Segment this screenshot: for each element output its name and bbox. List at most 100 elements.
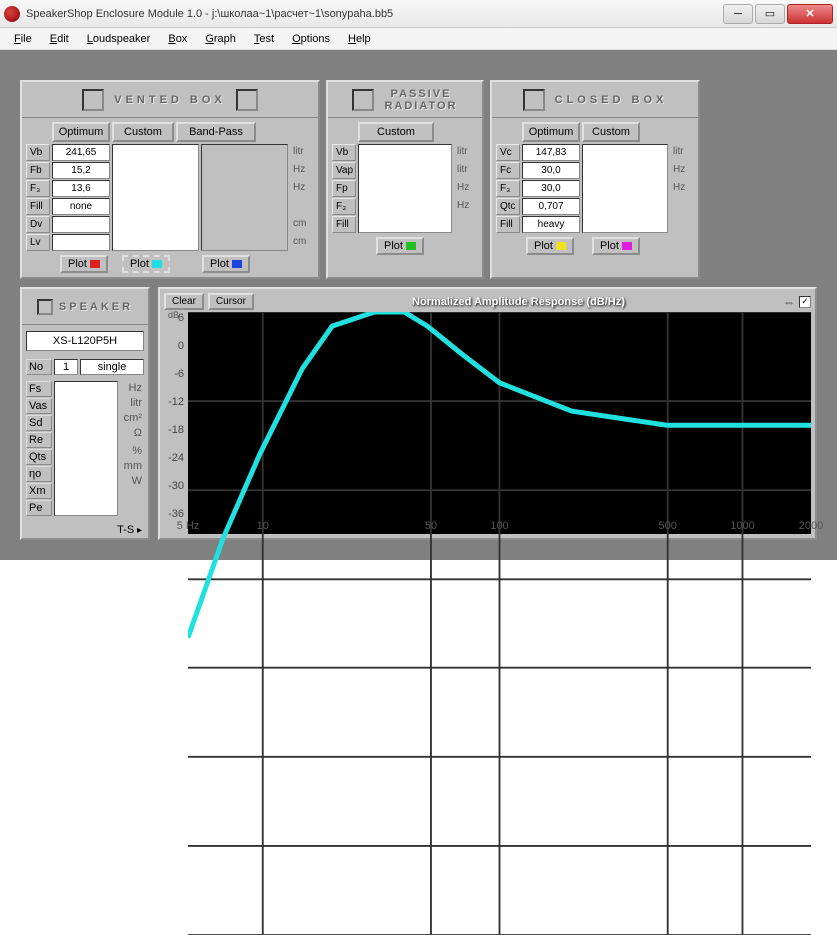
param-label: Qtc xyxy=(496,198,520,215)
param-label: Fp xyxy=(332,180,356,197)
param-unit xyxy=(670,198,694,215)
menu-graph[interactable]: Graph xyxy=(197,31,244,47)
speaker-param-label: Pe xyxy=(26,500,52,516)
closed-plot-custom[interactable]: Plot xyxy=(592,237,640,255)
speaker-no-label: No xyxy=(26,359,52,375)
vented-plot-optimum[interactable]: Plot xyxy=(60,255,108,273)
menu-box[interactable]: Box xyxy=(160,31,195,47)
maximize-button[interactable]: ▭ xyxy=(755,4,785,24)
passive-col-custom[interactable]: Custom xyxy=(358,122,434,142)
speaker-title: SPEAKER xyxy=(59,301,133,313)
param-unit: litr xyxy=(290,144,314,161)
param-label: Fill xyxy=(496,216,520,233)
closed-custom-col[interactable] xyxy=(582,144,668,233)
param-unit: Hz xyxy=(454,198,478,215)
workspace: VENTED BOX Optimum Custom Band-Pass VbFb… xyxy=(0,50,837,560)
param-label: Vc xyxy=(496,144,520,161)
closed-plot-optimum[interactable]: Plot xyxy=(526,237,574,255)
window-title: SpeakerShop Enclosure Module 1.0 - j:\шк… xyxy=(26,8,723,20)
close-button[interactable]: ✕ xyxy=(787,4,833,24)
passive-custom-col[interactable] xyxy=(358,144,452,233)
vented-custom-col[interactable] xyxy=(112,144,199,251)
speaker-panel: SPEAKER XS-L120P5H No 1 single FsVasSdRe… xyxy=(20,287,150,540)
param-label: F₃ xyxy=(496,180,520,197)
minimize-button[interactable]: ─ xyxy=(723,4,753,24)
menu-loudspeaker[interactable]: Loudspeaker xyxy=(79,31,159,47)
param-value: 147,83 xyxy=(522,144,580,161)
speaker-param-unit: W xyxy=(120,474,144,488)
passive-header: PASSIVERADIATOR xyxy=(328,82,482,118)
menu-options[interactable]: Options xyxy=(284,31,338,47)
vented-plot-bandpass[interactable]: Plot xyxy=(202,255,250,273)
vented-icon-left xyxy=(82,89,104,111)
cursor-button[interactable]: Cursor xyxy=(208,293,254,310)
vented-col-optimum[interactable]: Optimum xyxy=(52,122,110,142)
closed-box-panel: CLOSED BOX Optimum Custom VcFcF₃QtcFill … xyxy=(490,80,700,279)
closed-title: CLOSED BOX xyxy=(555,94,668,106)
chart-checkbox[interactable]: ✓ xyxy=(799,296,811,308)
param-value: 30,0 xyxy=(522,162,580,179)
param-label: Fb xyxy=(26,162,50,179)
speaker-param-unit: % xyxy=(120,444,144,458)
vented-bandpass-col[interactable] xyxy=(201,144,288,251)
chart-surface[interactable]: dB 60-6-12-18-24-30-36 5 Hz1050100500100… xyxy=(188,312,811,534)
chart-panel: Clear Cursor Normalized Amplitude Respon… xyxy=(158,287,817,540)
menu-file[interactable]: File xyxy=(6,31,40,47)
speaker-no-value[interactable]: 1 xyxy=(54,359,78,375)
speaker-param-unit xyxy=(120,441,144,443)
speaker-param-unit: mm xyxy=(120,459,144,473)
speaker-param-unit: Hz xyxy=(120,381,144,395)
param-unit: cm xyxy=(290,234,314,251)
menu-test[interactable]: Test xyxy=(246,31,282,47)
x-axis: 5 Hz105010050010002000 xyxy=(188,520,811,534)
speaker-param-unit: litr xyxy=(120,396,144,410)
param-unit: litr xyxy=(454,144,478,161)
param-unit: Hz xyxy=(454,180,478,197)
vented-plot-custom[interactable]: Plot xyxy=(122,255,170,273)
param-label: Fill xyxy=(332,216,356,233)
param-unit: Hz xyxy=(290,180,314,197)
menu-edit[interactable]: Edit xyxy=(42,31,77,47)
param-unit: litr xyxy=(670,144,694,161)
menu-help[interactable]: Help xyxy=(340,31,379,47)
vented-col-custom[interactable]: Custom xyxy=(112,122,174,142)
speaker-param-label: ηo xyxy=(26,466,52,482)
passive-radiator-panel: PASSIVERADIATOR Custom VbVapFpF₃Fill lit… xyxy=(326,80,484,279)
passive-plot[interactable]: Plot xyxy=(376,237,424,255)
param-value: 241,65 xyxy=(52,144,110,161)
ts-button[interactable]: T-S ▸ xyxy=(22,522,148,538)
param-unit: Hz xyxy=(670,180,694,197)
param-label: Fill xyxy=(26,198,50,215)
vented-col-bandpass[interactable]: Band-Pass xyxy=(176,122,256,142)
param-unit: litr xyxy=(454,162,478,179)
chart-link-icon[interactable]: ⇔ xyxy=(783,295,795,309)
param-label: Vb xyxy=(26,144,50,161)
param-value: heavy xyxy=(522,216,580,233)
clear-button[interactable]: Clear xyxy=(164,293,204,310)
closed-icon xyxy=(523,89,545,111)
closed-col-custom[interactable]: Custom xyxy=(582,122,640,142)
speaker-header: SPEAKER xyxy=(22,289,148,325)
param-label: F₃ xyxy=(332,198,356,215)
vented-header: VENTED BOX xyxy=(22,82,318,118)
speaker-param-label: Sd xyxy=(26,415,52,431)
closed-col-optimum[interactable]: Optimum xyxy=(522,122,580,142)
app-icon xyxy=(4,6,20,22)
speaker-values-col[interactable] xyxy=(54,381,118,516)
param-value: none xyxy=(52,198,110,215)
param-value xyxy=(52,216,110,233)
speaker-config[interactable]: single xyxy=(80,359,144,375)
speaker-param-label: Re xyxy=(26,432,52,448)
param-value xyxy=(52,234,110,251)
param-label: Vap xyxy=(332,162,356,179)
chart-grid xyxy=(188,312,811,935)
param-unit xyxy=(670,216,694,233)
param-unit xyxy=(454,216,478,233)
param-value: 13,6 xyxy=(52,180,110,197)
passive-icon xyxy=(352,89,374,111)
param-unit xyxy=(290,198,314,215)
param-label: Vb xyxy=(332,144,356,161)
speaker-param-label: Xm xyxy=(26,483,52,499)
param-unit: Hz xyxy=(290,162,314,179)
param-label: F₃ xyxy=(26,180,50,197)
